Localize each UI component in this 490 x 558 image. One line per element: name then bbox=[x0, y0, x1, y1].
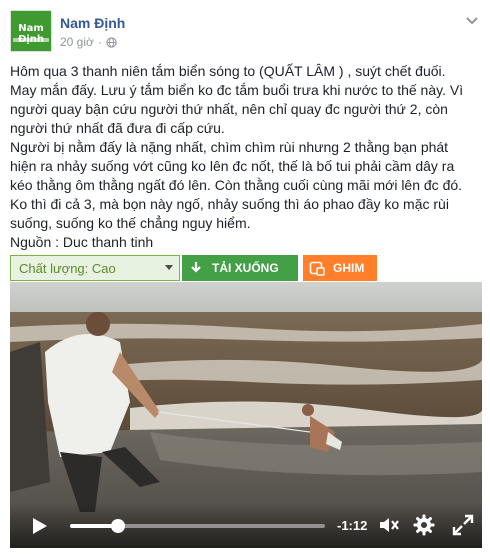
post-line: suống, suống ko thế chẳng nguy hiểm. bbox=[10, 215, 251, 231]
post-line: May mắn đấy. Lưu ý tắm biển ko đc tắm bu… bbox=[10, 82, 464, 98]
separator-dot: · bbox=[97, 35, 102, 49]
post-header: Nam Định Nam Định 20 giờ · bbox=[10, 10, 480, 54]
post-line: Người bị nằm đấy là nặng nhất, chìm chìm… bbox=[10, 139, 449, 155]
page-avatar[interactable]: Nam Định bbox=[10, 10, 52, 52]
gear-icon[interactable] bbox=[413, 514, 435, 536]
post-card: Nam Định Nam Định 20 giờ · Hôm qua 3 tha… bbox=[0, 0, 490, 558]
download-arrow-icon bbox=[191, 262, 201, 273]
quality-label: Chất lượng: Cao bbox=[19, 260, 116, 276]
post-line: người quay bận cứu người thứ nhất, nên c… bbox=[10, 101, 448, 117]
page-name-link[interactable]: Nam Định bbox=[60, 15, 125, 31]
download-label: TẢI XUỐNG bbox=[212, 261, 279, 275]
video-toolbar: Chất lượng: Cao TẢI XUỐNG GHIM bbox=[10, 255, 480, 281]
post-body: Hôm qua 3 thanh niên tắm biển sóng to (Q… bbox=[10, 62, 482, 252]
post-source: Nguồn : Duc thanh tinh bbox=[10, 234, 154, 250]
progress-track[interactable] bbox=[70, 519, 325, 533]
globe-icon[interactable] bbox=[106, 36, 117, 48]
video-controls: -1:12 bbox=[10, 502, 482, 548]
play-icon[interactable] bbox=[32, 517, 48, 535]
post-line: Ko thì đi cả 3, mà bọn này ngố, nhảy suố… bbox=[10, 196, 449, 212]
post-line: Hôm qua 3 thanh niên tắm biển sóng to (Q… bbox=[10, 63, 446, 79]
chevron-down-icon[interactable] bbox=[464, 12, 480, 28]
timestamp[interactable]: 20 giờ bbox=[60, 35, 94, 49]
quality-select[interactable]: Chất lượng: Cao bbox=[10, 255, 180, 281]
pin-label: GHIM bbox=[333, 261, 365, 275]
time-remaining: -1:12 bbox=[337, 518, 368, 533]
video-player[interactable]: -1:12 bbox=[10, 282, 482, 548]
progress-thumb[interactable] bbox=[111, 519, 126, 533]
pin-button[interactable]: GHIM bbox=[303, 255, 377, 281]
pin-icon bbox=[309, 261, 325, 276]
download-button[interactable]: TẢI XUỐNG bbox=[182, 255, 298, 281]
caret-down-icon bbox=[159, 256, 179, 280]
post-line: người thứ nhất đã đưa đi cấp cứu. bbox=[10, 120, 225, 136]
logo-underline bbox=[13, 38, 49, 42]
mute-icon[interactable] bbox=[378, 515, 400, 535]
post-line: kéo thằng ôm thằng ngất đó lên. Còn thằn… bbox=[10, 177, 463, 193]
fullscreen-icon[interactable] bbox=[452, 514, 474, 536]
post-line: hiện ra nhảy suống vớt cũng ko lên đc nố… bbox=[10, 158, 455, 174]
post-meta: 20 giờ · bbox=[60, 35, 117, 49]
